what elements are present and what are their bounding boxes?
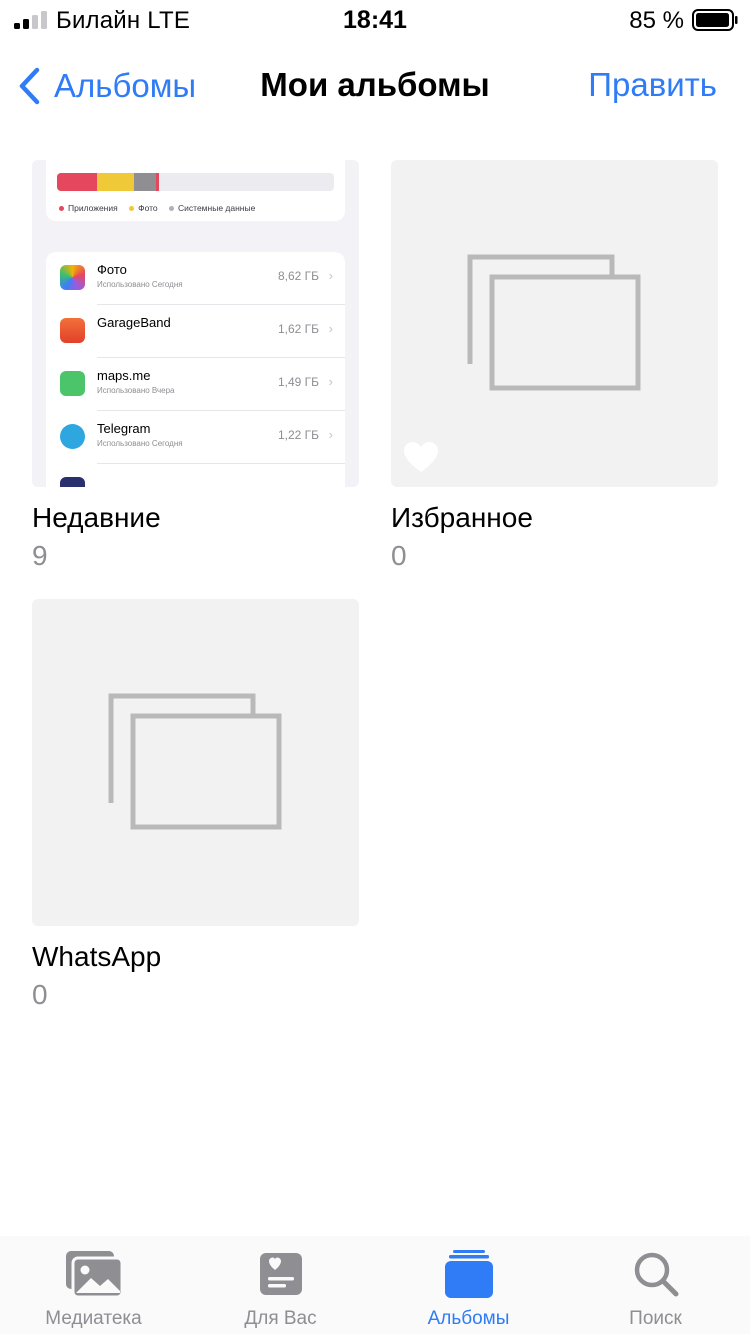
album-favorites[interactable]: Избранное 0 [391,160,718,573]
heart-icon [404,442,438,472]
album-recent[interactable]: Приложения Фото Системные данные Фото Ис… [32,160,359,573]
chevron-right-icon: › [328,321,333,336]
edit-button[interactable]: Править [588,66,717,104]
storage-summary-card: Приложения Фото Системные данные [46,160,345,221]
chevron-right-icon: › [328,374,333,389]
list-item: GarageBand 1,62 ГБ › [46,305,345,358]
battery-percent: 85 % [629,7,684,34]
tab-label: Поиск [629,1308,682,1329]
empty-album-placeholder-icon [467,254,641,391]
mapsme-app-icon [60,371,85,396]
tab-for-you[interactable]: Для Вас [187,1248,374,1330]
list-item [46,464,345,487]
search-icon [634,1252,678,1297]
album-thumbnail[interactable] [32,599,359,926]
garageband-app-icon [60,318,85,343]
empty-album-placeholder-icon [108,693,282,830]
chevron-right-icon: › [328,427,333,442]
app-storage-list: Фото Использовано Сегодня 8,62 ГБ › Gara… [46,252,345,487]
album-thumbnail[interactable]: Приложения Фото Системные данные Фото Ис… [32,160,359,487]
tab-label: Медиатека [45,1308,142,1329]
album-thumbnail[interactable] [391,160,718,487]
for-you-icon [259,1253,302,1295]
tab-search[interactable]: Поиск [562,1248,749,1330]
app-icon [60,477,85,487]
telegram-app-icon [60,424,85,449]
tab-library[interactable]: Медиатека [0,1248,187,1330]
list-item: Telegram Использовано Сегодня 1,22 ГБ › [46,411,345,464]
status-bar: Билайн LTE 18:41 85 % [0,0,750,40]
album-count: 0 [32,979,48,1010]
chevron-right-icon: › [328,268,333,283]
tab-label: Для Вас [244,1308,317,1329]
album-whatsapp[interactable]: WhatsApp 0 [32,599,359,1012]
tab-label: Альбомы [427,1308,510,1329]
album-title: Избранное [391,502,533,533]
tab-bar: Медиатека Для Вас Альбомы Поиск [0,1236,750,1334]
navigation-bar: Альбомы Мои альбомы Править [0,40,750,130]
album-title: Недавние [32,502,161,533]
battery-icon [692,9,738,31]
albums-icon [444,1250,493,1298]
photos-app-icon [60,265,85,290]
list-item: Фото Использовано Сегодня 8,62 ГБ › [46,252,345,305]
album-title: WhatsApp [32,941,162,972]
storage-legend: Приложения Фото Системные данные [59,203,264,213]
album-count: 0 [391,540,407,571]
list-item: maps.me Использовано Вчера 1,49 ГБ › [46,358,345,411]
storage-bar [57,173,334,191]
album-count: 9 [32,540,48,571]
tab-albums[interactable]: Альбомы [375,1248,562,1330]
photo-library-icon [65,1251,123,1299]
